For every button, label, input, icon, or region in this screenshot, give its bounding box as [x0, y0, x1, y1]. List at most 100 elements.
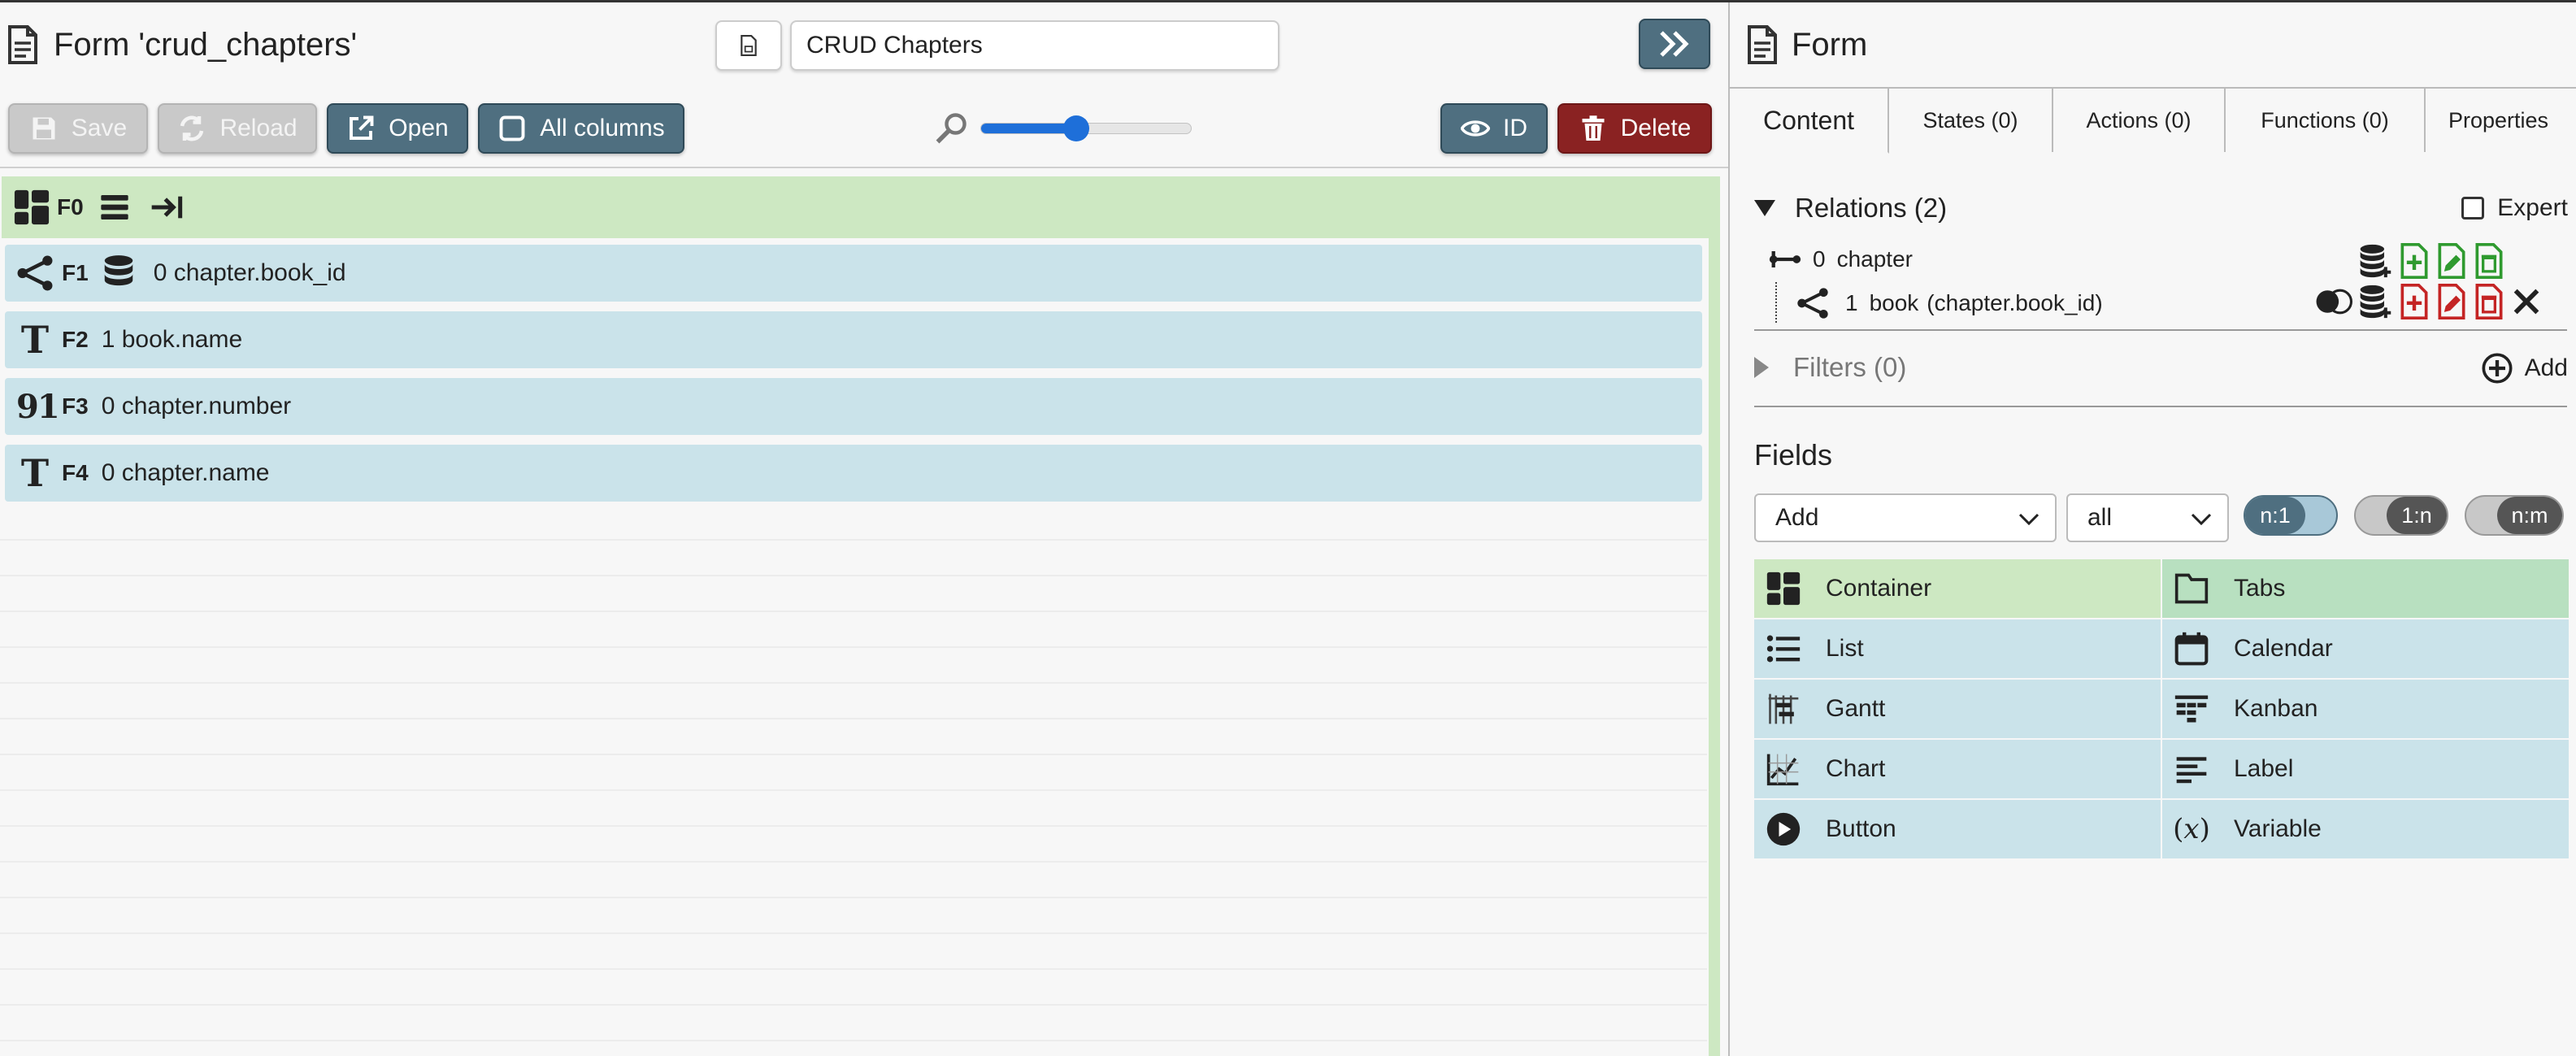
- tab-functions[interactable]: Functions (0): [2226, 87, 2426, 152]
- close-icon[interactable]: [2510, 285, 2543, 318]
- relation-row-0[interactable]: 0 chapter: [1769, 246, 1913, 272]
- delete-button[interactable]: Delete: [1557, 103, 1712, 154]
- add-field-select[interactable]: Add: [1754, 493, 2057, 542]
- field-row-f1[interactable]: F1 0 chapter.book_id: [5, 245, 1702, 302]
- expand-sidebar-button[interactable]: [1639, 19, 1710, 69]
- database-add-icon[interactable]: [2357, 243, 2393, 279]
- all-columns-button[interactable]: All columns: [478, 103, 684, 154]
- open-external-icon: [350, 115, 374, 140]
- expert-toggle[interactable]: Expert: [2461, 194, 2568, 222]
- number-type-icon: 91: [16, 387, 60, 426]
- form-title-input-value: CRUD Chapters: [806, 32, 983, 59]
- database-add-icon[interactable]: [2357, 284, 2393, 319]
- field-scope-select[interactable]: all: [2066, 493, 2229, 542]
- list-layout-icon[interactable]: [98, 191, 131, 224]
- relations-heading: Relations (2): [1795, 193, 1948, 223]
- field-type-gantt[interactable]: Gantt: [1754, 680, 2161, 738]
- chart-icon: [1766, 754, 1799, 786]
- label-icon: [2176, 757, 2207, 784]
- relation-index: 0: [1813, 246, 1826, 272]
- open-button[interactable]: Open: [327, 103, 468, 154]
- tab-content[interactable]: Content: [1730, 87, 1889, 154]
- arrow-to-end-icon[interactable]: [149, 191, 185, 224]
- tabs-icon: [2174, 573, 2209, 604]
- tab-states[interactable]: States (0): [1889, 87, 2053, 152]
- root-container-field[interactable]: F0: [2, 176, 1718, 238]
- field-type-container[interactable]: Container: [1754, 559, 2161, 618]
- title-language-button[interactable]: [715, 20, 782, 71]
- add-record-icon[interactable]: [2398, 284, 2430, 319]
- expert-checkbox[interactable]: [2461, 197, 2485, 219]
- field-row-f3[interactable]: 91 F3 0 chapter.number: [5, 378, 1702, 435]
- toggle-label: n:1: [2260, 502, 2291, 528]
- grid-line: [0, 932, 1707, 934]
- field-row-f4[interactable]: T F4 0 chapter.name: [5, 445, 1702, 502]
- edit-record-icon[interactable]: [2435, 284, 2468, 319]
- relations-separator: [1754, 329, 2567, 331]
- grid-line: [0, 611, 1707, 612]
- field-label: 0 chapter.number: [101, 393, 292, 419]
- field-type-label-item[interactable]: Label: [2162, 740, 2569, 798]
- open-label: Open: [389, 115, 449, 141]
- field-type-tabs[interactable]: Tabs: [2162, 559, 2569, 618]
- id-button[interactable]: ID: [1440, 103, 1548, 154]
- document-icon: [8, 25, 37, 64]
- container-icon: [14, 189, 50, 225]
- zoom-slider[interactable]: [980, 115, 1192, 141]
- calendar-icon: [2174, 632, 2209, 666]
- add-filter-button[interactable]: Add: [2481, 352, 2568, 385]
- expert-label: Expert: [2497, 194, 2568, 221]
- field-type-label: Button: [1826, 815, 1896, 842]
- tab-actions[interactable]: Actions (0): [2053, 87, 2226, 152]
- toggle-1-to-n[interactable]: 1:n: [2354, 495, 2448, 536]
- field-type-list[interactable]: List: [1754, 619, 2161, 678]
- field-row-f2[interactable]: T F2 1 book.name: [5, 311, 1702, 368]
- reload-label: Reload: [219, 115, 298, 141]
- toggle-n-to-1[interactable]: n:1: [2244, 495, 2338, 536]
- edit-record-icon[interactable]: [2435, 243, 2468, 279]
- text-type-icon: T: [20, 318, 50, 362]
- form-title-input[interactable]: CRUD Chapters: [790, 20, 1279, 71]
- text-type-icon: T: [20, 451, 50, 495]
- field-type-chart[interactable]: Chart: [1754, 740, 2161, 798]
- form-header: Form 'crud_chapters' CRUD Chapters Save …: [0, 2, 1728, 168]
- toggle-n-to-m[interactable]: n:m: [2465, 495, 2564, 536]
- zoom-slider-fill: [981, 124, 1076, 133]
- form-builder-pane: Form 'crud_chapters' CRUD Chapters Save …: [0, 2, 1728, 1056]
- refresh-icon: [180, 115, 204, 141]
- reload-button[interactable]: Reload: [158, 103, 317, 154]
- fields-heading: Fields: [1754, 438, 1833, 472]
- toggle-knob: n:1: [2245, 497, 2305, 534]
- relation-row-1[interactable]: 1 book (chapter.book_id): [1796, 287, 2103, 319]
- sidebar-tabs: Content States (0) Actions (0) Functions…: [1730, 87, 2576, 154]
- grid-line: [0, 575, 1707, 576]
- field-type-variable[interactable]: (𝑥) Variable: [2162, 800, 2569, 858]
- relation-icon: [1797, 288, 1828, 319]
- filters-toggle[interactable]: Filters (0): [1754, 352, 1906, 383]
- field-type-kanban[interactable]: Kanban: [2162, 680, 2569, 738]
- field-type-label: Container: [1826, 575, 1932, 602]
- field-type-label: Calendar: [2234, 635, 2333, 662]
- variable-icon: (𝑥): [2173, 813, 2210, 845]
- tab-properties[interactable]: Properties: [2426, 87, 2576, 152]
- relations-toggle[interactable]: Relations (2): [1754, 193, 1947, 224]
- add-circle-icon: [2482, 353, 2513, 384]
- delete-record-icon[interactable]: [2473, 284, 2505, 319]
- add-record-icon[interactable]: [2398, 243, 2430, 279]
- grid-line: [0, 968, 1707, 970]
- delete-record-icon[interactable]: [2473, 243, 2505, 279]
- add-field-select-value: Add: [1775, 504, 1819, 531]
- zoom-slider-handle[interactable]: [1063, 115, 1089, 141]
- sidebar-title: Form: [1792, 26, 1868, 63]
- eye-icon: [1461, 120, 1490, 137]
- kanban-icon: [2174, 695, 2209, 723]
- field-type-calendar[interactable]: Calendar: [2162, 619, 2569, 678]
- field-type-button[interactable]: Button: [1754, 800, 2161, 858]
- join-type-icon[interactable]: [2315, 285, 2352, 318]
- file-icon: [741, 35, 757, 56]
- filters-heading: Filters (0): [1793, 352, 1907, 382]
- toggle-knob: n:m: [2497, 497, 2562, 534]
- tab-label: Actions (0): [2086, 107, 2192, 133]
- grid-line: [0, 718, 1707, 719]
- save-button[interactable]: Save: [8, 103, 148, 154]
